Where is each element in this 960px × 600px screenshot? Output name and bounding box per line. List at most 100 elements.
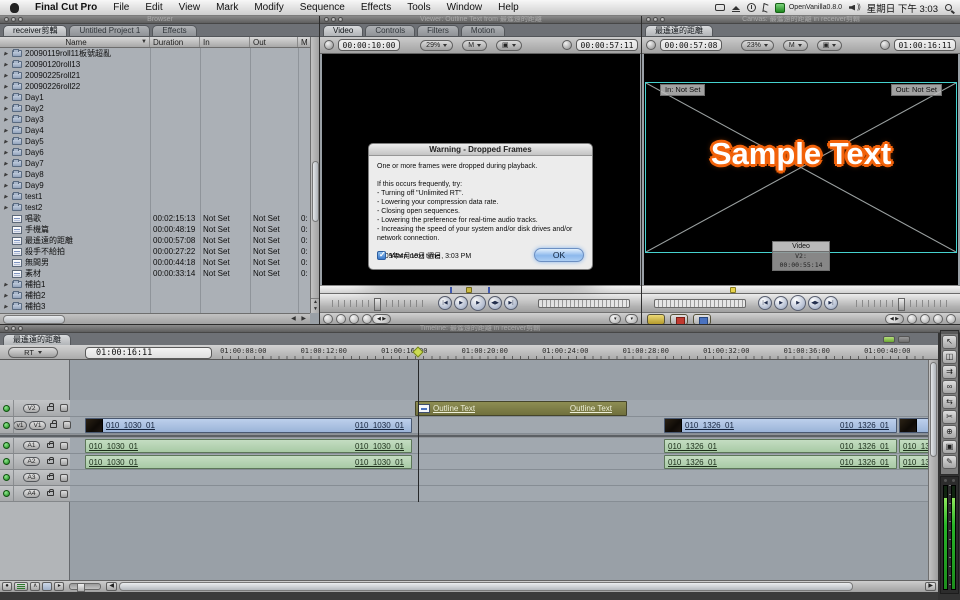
viewer-current-timecode-field[interactable]: 00:00:57:11	[576, 39, 638, 51]
track-lock-icon[interactable]	[47, 443, 54, 448]
disclosure-triangle-icon[interactable]: ▶	[4, 282, 12, 288]
disclosure-triangle-icon[interactable]: ▶	[4, 150, 12, 156]
track-a4-content[interactable]	[70, 486, 938, 502]
browser-horizontal-scrollbar[interactable]: ◀ ▶	[0, 313, 310, 325]
track-audible-toggle[interactable]	[3, 490, 10, 497]
track-label-a3[interactable]: A3	[23, 473, 40, 482]
disclosure-triangle-icon[interactable]: ▶	[4, 117, 12, 123]
track-lock-icon[interactable]	[50, 423, 57, 428]
tool-button[interactable]: ✎	[942, 455, 957, 469]
generator-popup[interactable]: ▾	[625, 314, 638, 324]
timeline-tab[interactable]: 最遙遠的距離	[3, 334, 71, 345]
viewer-tab[interactable]: Video	[323, 25, 363, 36]
timeline-title-bar[interactable]: Timeline: 最遙遠的距離 in receiver剪輯	[0, 325, 960, 333]
sort-descending-icon[interactable]: ▼	[141, 39, 147, 45]
menu-item[interactable]: Effects	[353, 0, 399, 16]
auto-select-toggle[interactable]	[60, 490, 68, 498]
scroll-right-arrow[interactable]: ▶	[925, 582, 936, 591]
track-audible-toggle[interactable]	[3, 474, 10, 481]
next-edit-button[interactable]: ▶|	[504, 296, 518, 310]
browser-row[interactable]: ▶ 20090226roll22	[0, 81, 310, 92]
disclosure-triangle-icon[interactable]: ▶	[4, 183, 12, 189]
browser-row[interactable]: ▶ 20090119roll11板號超亂	[0, 48, 310, 59]
scrollbar-thumb[interactable]	[3, 315, 65, 324]
browser-row[interactable]: ▶ Day9	[0, 180, 310, 191]
eject-icon[interactable]	[732, 6, 740, 10]
menu-item[interactable]: Mark	[208, 0, 246, 16]
viewer-duration-field[interactable]: 00:00:10:00	[338, 39, 400, 51]
play-around-button[interactable]: ◀▶	[488, 296, 502, 310]
track-lock-icon[interactable]	[47, 491, 54, 496]
browser-row[interactable]: ▶ test2	[0, 202, 310, 213]
auto-select-toggle[interactable]	[63, 421, 71, 429]
browser-row[interactable]: ▶ Day1	[0, 92, 310, 103]
track-lock-icon[interactable]	[47, 406, 54, 411]
browser-row[interactable]: ▶ Day8	[0, 169, 310, 180]
browser-row[interactable]: ▶ 20090120roll13	[0, 59, 310, 70]
track-lock-icon[interactable]	[47, 459, 54, 464]
add-keyframe-button[interactable]	[920, 314, 930, 324]
match-frame-button[interactable]	[946, 314, 956, 324]
track-label-a4[interactable]: A4	[23, 489, 40, 498]
mark-clip-button[interactable]	[933, 314, 943, 324]
tool-button[interactable]: ⇉	[942, 365, 957, 379]
close-button[interactable]	[4, 17, 9, 22]
menu-item[interactable]: Tools	[399, 0, 438, 16]
browser-row[interactable]: ▶ 補拍2	[0, 290, 310, 301]
spotlight-icon[interactable]	[945, 4, 952, 11]
mark-clip-button[interactable]	[336, 314, 346, 324]
disclosure-triangle-icon[interactable]: ▶	[4, 84, 12, 90]
menu-item[interactable]: Modify	[246, 0, 291, 16]
canvas-scrubber-bar[interactable]	[642, 285, 960, 294]
scroll-left-arrow[interactable]: ◀	[106, 582, 117, 591]
video-clip-partial[interactable]	[899, 418, 930, 433]
add-keyframe-button[interactable]	[349, 314, 359, 324]
video-clip-1326[interactable]: 010_1326_01 010_1326_01	[664, 418, 897, 433]
track-visibility-toggle[interactable]	[3, 422, 10, 429]
browser-row[interactable]: ▶ 手機篇 00:00:48:19 Not Set Not Set 0:	[0, 224, 310, 235]
browser-row[interactable]: ▶ 補拍1	[0, 279, 310, 290]
apple-menu-icon[interactable]	[10, 3, 19, 13]
tool-button[interactable]: ▣	[942, 440, 957, 454]
track-audible-toggle[interactable]	[3, 458, 10, 465]
viewer-scrubber-bar[interactable]	[320, 285, 642, 294]
dialog-title[interactable]: Warning - Dropped Frames	[369, 144, 592, 156]
audio-clip-1326-a1[interactable]: 010_1326_01 010_1326_01	[664, 439, 897, 453]
menu-item[interactable]: View	[171, 0, 209, 16]
menu-item[interactable]: Sequence	[292, 0, 353, 16]
clip-keyframes-toggle[interactable]: ∧	[30, 582, 40, 591]
menu-item[interactable]: Window	[439, 0, 491, 16]
disclosure-triangle-icon[interactable]: ▶	[4, 73, 12, 79]
audio-solo-mute-toggle[interactable]: ●	[2, 582, 12, 591]
rt-popup[interactable]: RT	[8, 347, 58, 358]
minimize-button[interactable]	[653, 17, 658, 22]
browser-tab[interactable]: receiver剪輯	[3, 25, 67, 36]
zoom-button[interactable]	[18, 17, 23, 22]
insert-edit-button[interactable]	[647, 314, 665, 325]
canvas-title-bar[interactable]: Canvas: 最遙遠的距離 in receiver剪輯	[642, 16, 960, 24]
source-patch-v1[interactable]: v1	[13, 421, 27, 430]
mark-in-out-buttons[interactable]: ◀ ▶	[885, 314, 904, 324]
openvanilla-icon[interactable]	[775, 3, 785, 13]
browser-row[interactable]: ▶ 素材 00:00:33:14 Not Set Not Set 0:	[0, 268, 310, 279]
column-header-out[interactable]: Out	[250, 37, 298, 47]
browser-row[interactable]: ▶ 補拍3	[0, 301, 310, 312]
timeline-vertical-scrollbar[interactable]	[928, 360, 938, 580]
menu-item[interactable]: Final Cut Pro	[27, 0, 105, 16]
track-height-control[interactable]	[14, 582, 28, 591]
tool-button[interactable]: ↖	[942, 335, 957, 349]
displays-icon[interactable]	[715, 4, 725, 11]
canvas-current-timecode-field[interactable]: 01:00:16:11	[894, 39, 956, 51]
playhead-line[interactable]	[418, 360, 419, 502]
minimize-button[interactable]	[331, 17, 336, 22]
overwrite-edit-button[interactable]	[670, 314, 688, 325]
browser-row[interactable]: ▶ Day3	[0, 114, 310, 125]
column-header-duration[interactable]: Duration	[150, 37, 200, 47]
generator-clip-outline-text[interactable]: Outline Text Outline Text	[415, 401, 627, 416]
track-lock-icon[interactable]	[47, 475, 54, 480]
browser-vertical-scrollbar[interactable]: ▲▼	[310, 37, 320, 313]
disclosure-triangle-icon[interactable]: ▶	[4, 51, 12, 57]
video-audio-divider[interactable]	[0, 434, 938, 438]
play-button[interactable]: ▶	[470, 295, 486, 311]
track-label-v2[interactable]: V2	[23, 404, 40, 413]
